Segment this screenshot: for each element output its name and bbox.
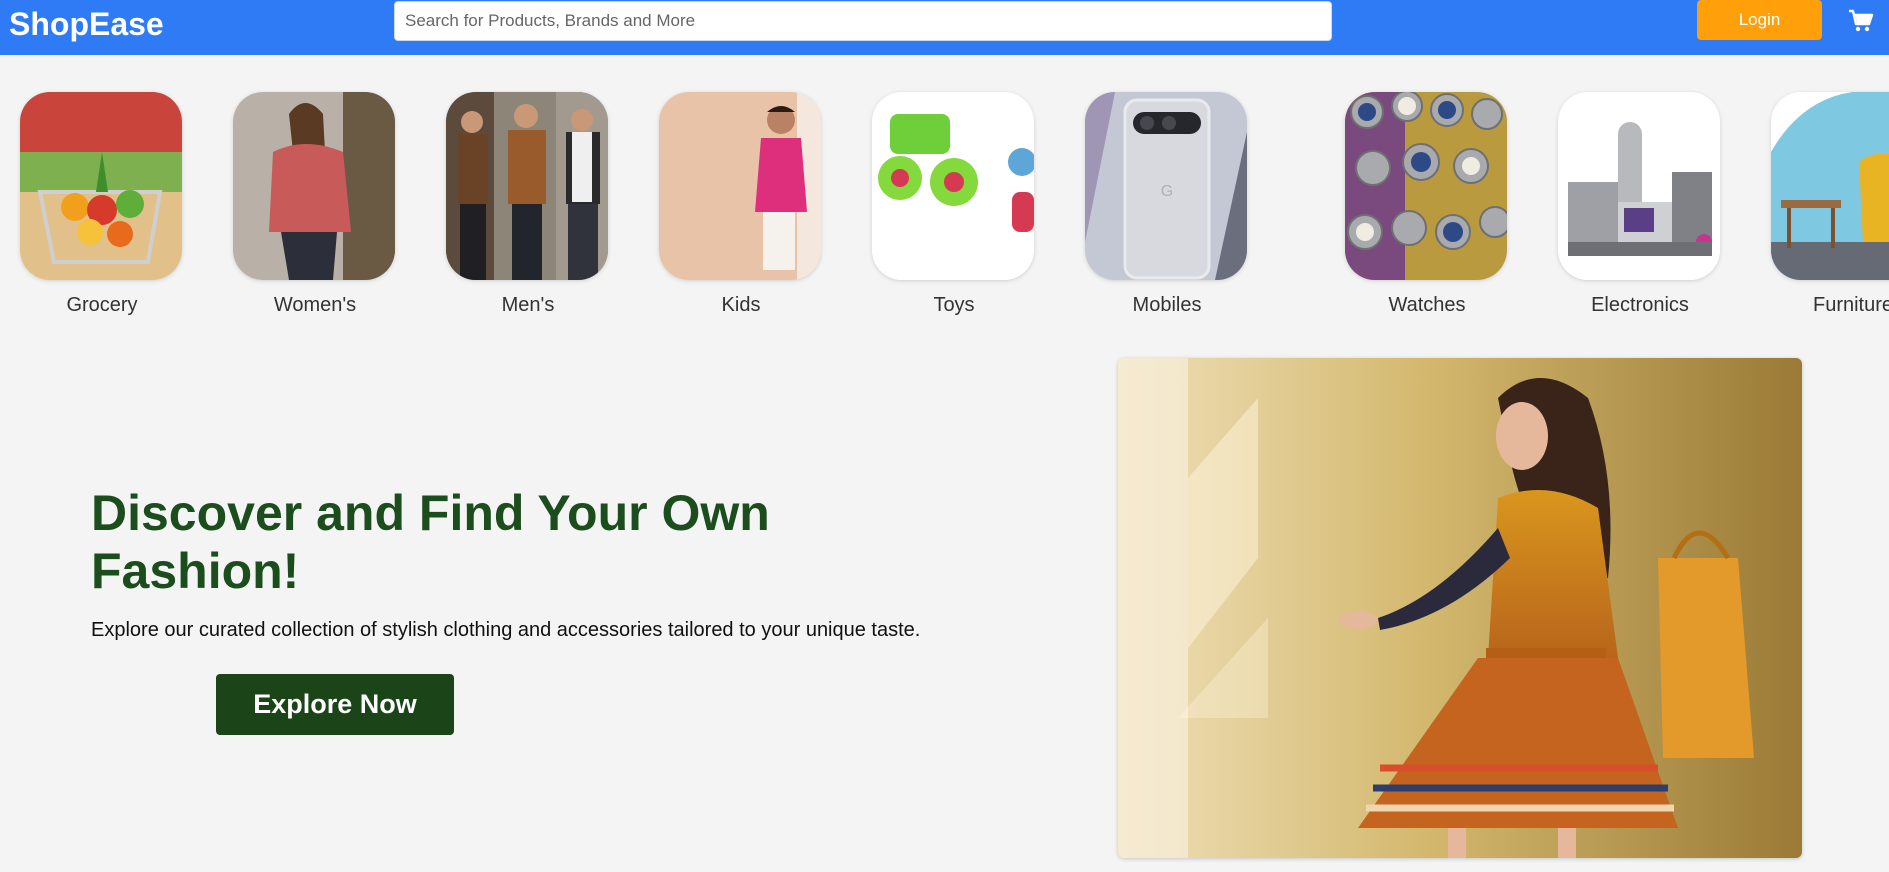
category-image <box>872 92 1034 280</box>
category-label: Furniture <box>1812 294 1889 316</box>
category-label: Watches <box>1388 294 1466 316</box>
login-button[interactable]: Login <box>1697 0 1822 40</box>
category-label: Mobiles <box>1132 294 1202 316</box>
category-label: Kids <box>721 294 761 316</box>
search-input[interactable] <box>394 1 1332 41</box>
category-mens[interactable]: Men's <box>446 92 610 317</box>
category-womens[interactable]: Women's <box>233 92 397 317</box>
hero-title: Discover and Find Your Own Fashion! <box>91 485 770 599</box>
category-label: Electronics <box>1591 294 1689 316</box>
hero-image <box>1118 358 1802 858</box>
category-mobiles[interactable]: G Mobiles <box>1085 92 1249 317</box>
cart-icon[interactable] <box>1848 8 1874 34</box>
category-label: Toys <box>933 294 975 316</box>
category-image <box>1558 92 1720 280</box>
category-grocery[interactable]: Grocery <box>20 92 184 317</box>
site-logo[interactable]: ShopEase <box>9 4 164 44</box>
category-label: Men's <box>501 294 555 316</box>
explore-now-button[interactable]: Explore Now <box>216 674 454 735</box>
category-label: Women's <box>273 294 357 316</box>
category-image <box>659 92 821 280</box>
category-watches[interactable]: Watches <box>1345 92 1509 317</box>
hero-subtitle: Explore our curated collection of stylis… <box>91 619 921 641</box>
category-toys[interactable]: Toys <box>872 92 1036 317</box>
category-carousel: Grocery Women's Men's Kids Toys G Mobile… <box>0 92 1889 322</box>
category-image <box>233 92 395 280</box>
svg-text:G: G <box>1161 183 1173 200</box>
category-image: G <box>1085 92 1247 280</box>
category-electronics[interactable]: Electronics <box>1558 92 1722 317</box>
category-label: Grocery <box>66 294 138 316</box>
category-image <box>1345 92 1507 280</box>
category-image <box>20 92 182 280</box>
category-image <box>446 92 608 280</box>
category-kids[interactable]: Kids <box>659 92 823 317</box>
category-image <box>1771 92 1889 280</box>
category-furniture[interactable]: Furniture <box>1771 92 1889 317</box>
top-navigation-bar: ShopEase Login <box>0 0 1889 55</box>
